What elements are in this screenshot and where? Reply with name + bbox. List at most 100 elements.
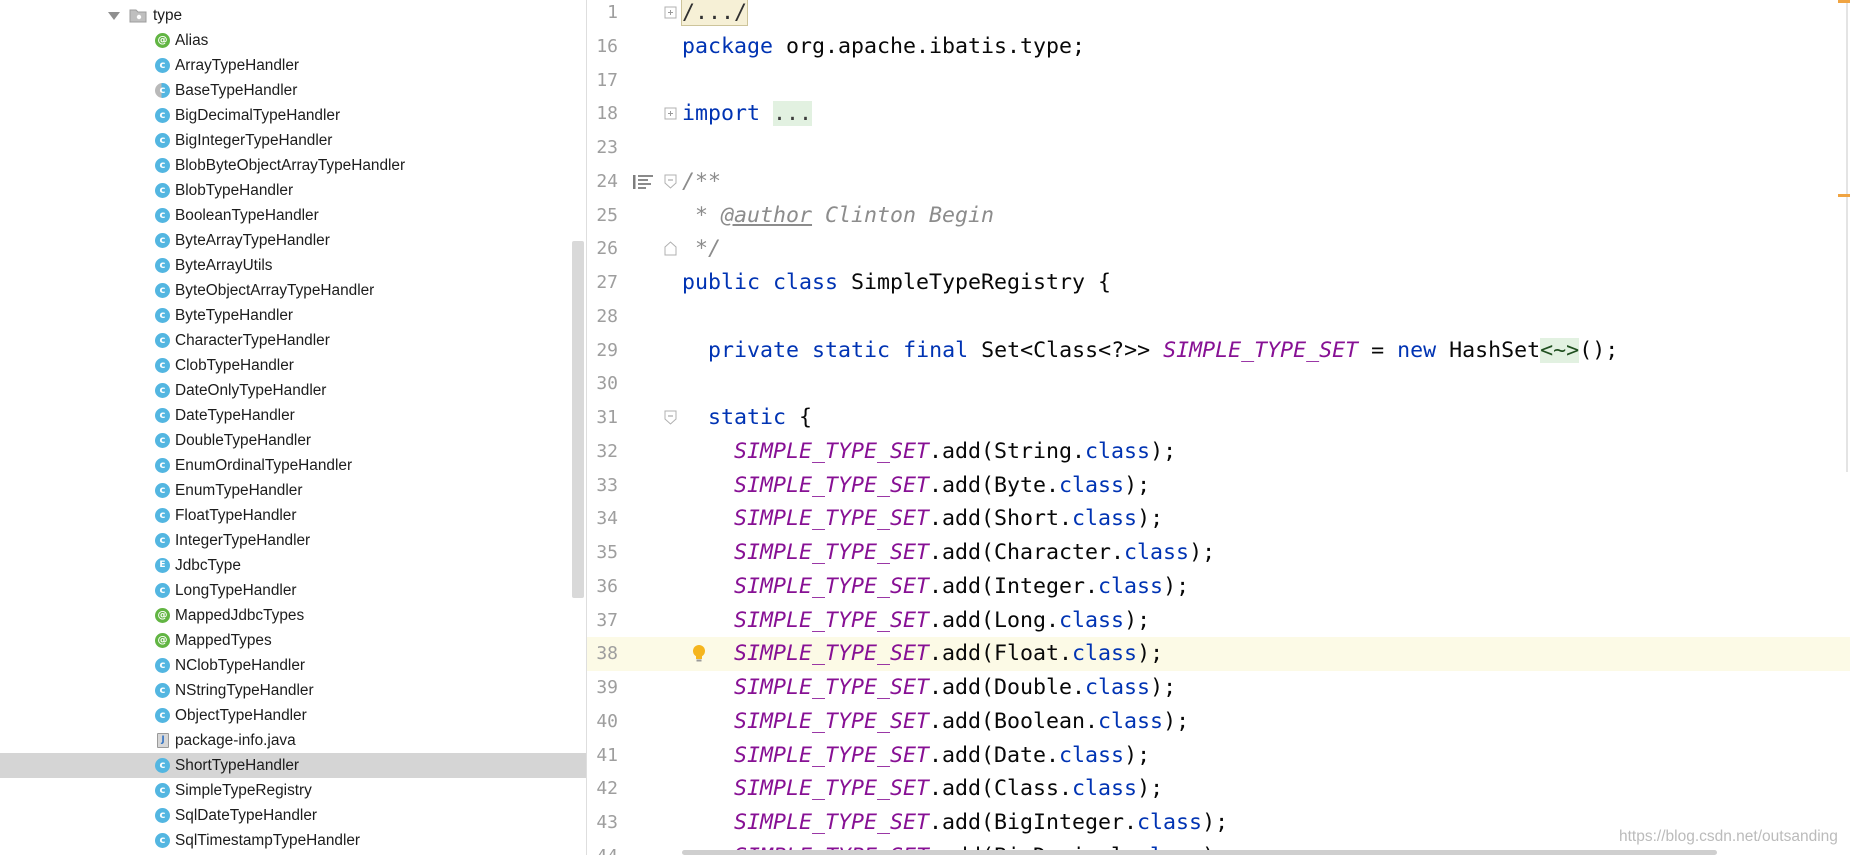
warning-marker[interactable] xyxy=(1838,0,1850,3)
line-number[interactable]: 23 xyxy=(587,131,618,165)
editor-line[interactable]: 31 static { xyxy=(587,401,1850,435)
line-number[interactable]: 26 xyxy=(587,232,618,266)
tree-item-enumordinaltypehandler[interactable]: c EnumOrdinalTypeHandler xyxy=(0,453,586,478)
code-line[interactable]: static { xyxy=(682,401,812,435)
tree-item-simpletyperegistry[interactable]: c SimpleTypeRegistry xyxy=(0,778,586,803)
code-line[interactable]: SIMPLE_TYPE_SET.add(Class.class); xyxy=(682,772,1163,806)
tree-item-floattypehandler[interactable]: c FloatTypeHandler xyxy=(0,503,586,528)
tree-item-dateonlytypehandler[interactable]: c DateOnlyTypeHandler xyxy=(0,378,586,403)
code-line[interactable]: SIMPLE_TYPE_SET.add(String.class); xyxy=(682,435,1176,469)
code-line[interactable]: package org.apache.ibatis.type; xyxy=(682,30,1085,64)
code-line[interactable]: SIMPLE_TYPE_SET.add(Boolean.class); xyxy=(682,705,1189,739)
fold-collapsed-icon[interactable] xyxy=(664,106,677,121)
editor-line[interactable]: 29 private static final Set<Class<?>> SI… xyxy=(587,334,1850,368)
tree-folder-type[interactable]: type xyxy=(0,3,586,28)
editor-line[interactable]: 23 xyxy=(587,131,1850,165)
tree-item-jdbctype[interactable]: E JdbcType xyxy=(0,553,586,578)
code-line[interactable]: public class SimpleTypeRegistry { xyxy=(682,266,1111,300)
code-line[interactable]: /.../ xyxy=(680,0,749,30)
editor-line[interactable]: 37 SIMPLE_TYPE_SET.add(Long.class); xyxy=(587,604,1850,638)
tree-item-doubletypehandler[interactable]: c DoubleTypeHandler xyxy=(0,428,586,453)
tree-item-mappedtypes[interactable]: @ MappedTypes xyxy=(0,628,586,653)
folded-generics[interactable]: <~> xyxy=(1540,337,1580,363)
editor-line[interactable]: 27 public class SimpleTypeRegistry { xyxy=(587,266,1850,300)
line-number[interactable]: 40 xyxy=(587,705,618,739)
tree-item-basetypehandler[interactable]: c BaseTypeHandler xyxy=(0,78,586,103)
editor-line[interactable]: 16 package org.apache.ibatis.type; xyxy=(587,30,1850,64)
code-line[interactable]: */ xyxy=(682,232,721,266)
editor-line[interactable]: 26 */ xyxy=(587,232,1850,266)
editor-line[interactable]: 34 SIMPLE_TYPE_SET.add(Short.class); xyxy=(587,502,1850,536)
tree-item-blobbyteobjectarraytypehandler[interactable]: c BlobByteObjectArrayTypeHandler xyxy=(0,153,586,178)
code-line[interactable]: * @author Clinton Begin xyxy=(682,199,994,233)
warning-marker[interactable] xyxy=(1838,194,1850,197)
line-number[interactable]: 44 xyxy=(587,840,618,855)
code-line[interactable]: import ... xyxy=(682,97,813,131)
tree-item-sqldatetypehandler[interactable]: c SqlDateTypeHandler xyxy=(0,803,586,828)
tree-item-datetypehandler[interactable]: c DateTypeHandler xyxy=(0,403,586,428)
editor-line[interactable]: 32 SIMPLE_TYPE_SET.add(String.class); xyxy=(587,435,1850,469)
tree-item-mappedjdbctypes[interactable]: @ MappedJdbcTypes xyxy=(0,603,586,628)
tree-item-enumtypehandler[interactable]: c EnumTypeHandler xyxy=(0,478,586,503)
tree-item-bytetypehandler[interactable]: c ByteTypeHandler xyxy=(0,303,586,328)
line-number[interactable]: 38 xyxy=(587,637,618,671)
line-number[interactable]: 36 xyxy=(587,570,618,604)
line-number[interactable]: 24 xyxy=(587,165,618,199)
editor-line[interactable]: 30 xyxy=(587,367,1850,401)
tree-item-nstringtypehandler[interactable]: c NStringTypeHandler xyxy=(0,678,586,703)
line-number[interactable]: 17 xyxy=(587,64,618,98)
line-number[interactable]: 28 xyxy=(587,300,618,334)
tree-item-charactertypehandler[interactable]: c CharacterTypeHandler xyxy=(0,328,586,353)
line-number[interactable]: 41 xyxy=(587,739,618,773)
editor-line[interactable]: 18 import ... xyxy=(587,97,1850,131)
line-number[interactable]: 30 xyxy=(587,367,618,401)
line-number[interactable]: 34 xyxy=(587,502,618,536)
code-line[interactable]: SIMPLE_TYPE_SET.add(Integer.class); xyxy=(682,570,1189,604)
line-number[interactable]: 18 xyxy=(587,97,618,131)
code-line[interactable]: SIMPLE_TYPE_SET.add(Float.class); xyxy=(682,637,1163,671)
editor-line[interactable]: 25 * @author Clinton Begin xyxy=(587,199,1850,233)
folded-region[interactable]: /.../ xyxy=(680,0,749,26)
line-number[interactable]: 33 xyxy=(587,469,618,503)
tree-item-arraytypehandler[interactable]: c ArrayTypeHandler xyxy=(0,53,586,78)
rendered-doc-icon[interactable] xyxy=(632,174,654,190)
code-line[interactable]: SIMPLE_TYPE_SET.add(Byte.class); xyxy=(682,469,1150,503)
horizontal-scrollbar[interactable] xyxy=(682,850,1717,855)
code-line[interactable]: SIMPLE_TYPE_SET.add(Double.class); xyxy=(682,671,1176,705)
line-number[interactable]: 31 xyxy=(587,401,618,435)
line-number[interactable]: 37 xyxy=(587,604,618,638)
editor-line[interactable]: 1 /.../ xyxy=(587,0,1850,30)
line-number[interactable]: 39 xyxy=(587,671,618,705)
fold-collapsed-icon[interactable] xyxy=(664,5,677,20)
line-number[interactable]: 43 xyxy=(587,806,618,840)
tree-item-bytearraytypehandler[interactable]: c ByteArrayTypeHandler xyxy=(0,228,586,253)
code-line[interactable]: private static final Set<Class<?>> SIMPL… xyxy=(682,334,1618,368)
tree-item-alias[interactable]: @ Alias xyxy=(0,28,586,53)
code-line[interactable]: SIMPLE_TYPE_SET.add(BigInteger.class); xyxy=(682,806,1228,840)
tree-item-integertypehandler[interactable]: c IntegerTypeHandler xyxy=(0,528,586,553)
tree-item-bigintegertypehandler[interactable]: c BigIntegerTypeHandler xyxy=(0,128,586,153)
tree-item-bigdecimaltypehandler[interactable]: c BigDecimalTypeHandler xyxy=(0,103,586,128)
line-number[interactable]: 29 xyxy=(587,334,618,368)
expand-arrow-icon[interactable] xyxy=(108,12,120,20)
tree-item-sqltimestamptypehandler[interactable]: c SqlTimestampTypeHandler xyxy=(0,828,586,853)
tree-item-shorttypehandler[interactable]: c ShortTypeHandler xyxy=(0,753,586,778)
editor-line[interactable]: 28 xyxy=(587,300,1850,334)
line-number[interactable]: 35 xyxy=(587,536,618,570)
tree-item-byteobjectarraytypehandler[interactable]: c ByteObjectArrayTypeHandler xyxy=(0,278,586,303)
tree-item-objecttypehandler[interactable]: c ObjectTypeHandler xyxy=(0,703,586,728)
code-editor[interactable]: 1/.../16 package org.apache.ibatis.type; 1… xyxy=(587,0,1850,855)
tree-item-longtypehandler[interactable]: c LongTypeHandler xyxy=(0,578,586,603)
code-line[interactable]: SIMPLE_TYPE_SET.add(Date.class); xyxy=(682,739,1150,773)
editor-line[interactable]: 42 SIMPLE_TYPE_SET.add(Class.class); xyxy=(587,772,1850,806)
tree-item-nclobtypehandler[interactable]: c NClobTypeHandler xyxy=(0,653,586,678)
line-number[interactable]: 42 xyxy=(587,772,618,806)
editor-line[interactable]: 35 SIMPLE_TYPE_SET.add(Character.class); xyxy=(587,536,1850,570)
tree-item-booleantypehandler[interactable]: c BooleanTypeHandler xyxy=(0,203,586,228)
line-number[interactable]: 32 xyxy=(587,435,618,469)
folded-imports[interactable]: ... xyxy=(773,101,813,127)
code-line[interactable]: SIMPLE_TYPE_SET.add(Short.class); xyxy=(682,502,1163,536)
line-number[interactable]: 25 xyxy=(587,199,618,233)
code-line[interactable]: /** xyxy=(682,165,721,199)
tree-item-blobtypehandler[interactable]: c BlobTypeHandler xyxy=(0,178,586,203)
